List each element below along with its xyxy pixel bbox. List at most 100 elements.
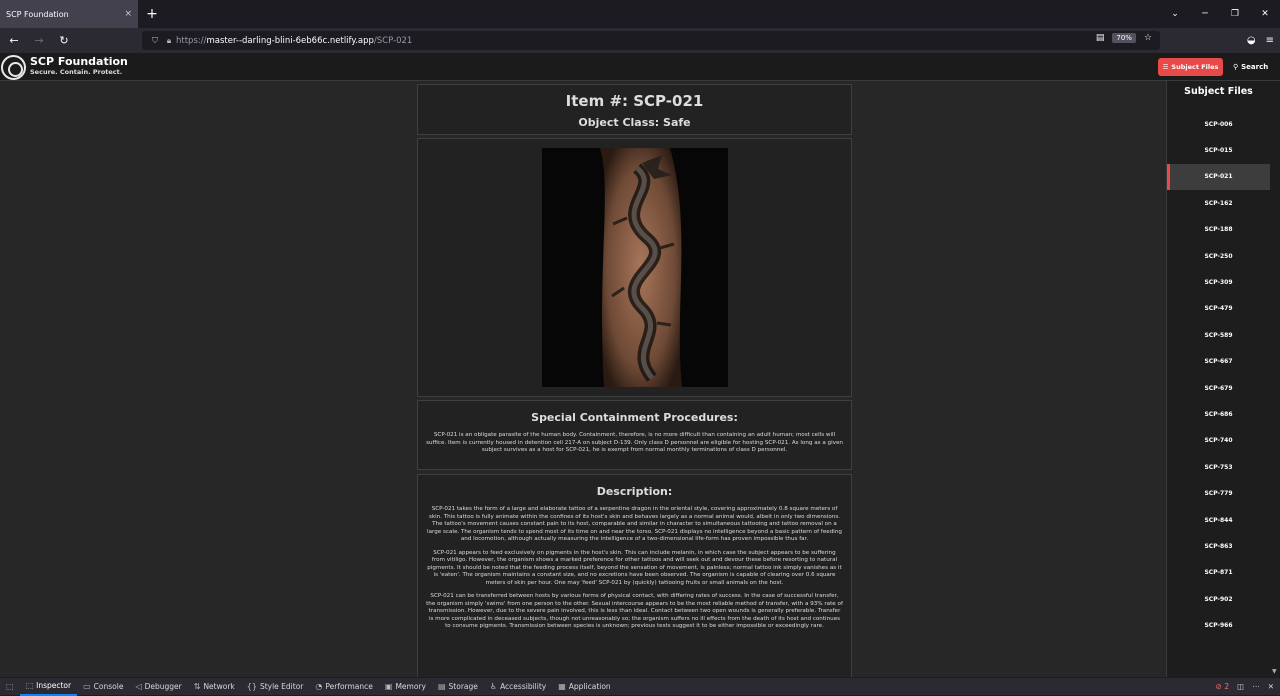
reload-icon[interactable]: ↻ [53, 34, 75, 47]
devtools-tab-label: Application [568, 682, 611, 691]
devtools-tab-style-editor[interactable]: {} Style Editor [241, 678, 310, 696]
item-header-card: Item #: SCP-021 Object Class: Safe [417, 84, 852, 135]
devtools-toolbar: ⬚ ⬚ Inspector ▭ Console ◁ Debugger ⇅ Network{} S… [0, 677, 1280, 696]
subject-files-label: Subject Files [1171, 63, 1219, 71]
sidebar-item-scp-686[interactable]: SCP-686 [1167, 401, 1270, 427]
window-controls: ⌄ ─ ❐ ✕ [1160, 0, 1280, 28]
description-paragraph-3: SCP-021 can be transferred between hosts… [426, 593, 843, 629]
sidebar-item-scp-966[interactable]: SCP-966 [1167, 612, 1270, 638]
back-icon[interactable]: ← [3, 34, 25, 47]
devtools-tab-label: Inspector [36, 681, 72, 690]
dock-icon[interactable]: ◫ [1237, 682, 1244, 691]
sidebar-item-scp-902[interactable]: SCP-902 [1167, 586, 1270, 612]
sidebar-item-scp-679[interactable]: SCP-679 [1167, 375, 1270, 401]
sidebar-item-scp-250[interactable]: SCP-250 [1167, 243, 1270, 269]
sidebar-item-scp-479[interactable]: SCP-479 [1167, 296, 1270, 322]
url-prefix: https:// [176, 35, 207, 46]
description-paragraph-1: SCP-021 takes the form of a large and el… [427, 506, 842, 542]
error-count[interactable]: ⊘ 2 [1216, 682, 1229, 691]
description-heading: Description: [596, 485, 673, 498]
sidebar-list: SCP-006 SCP-015 SCP-021 SCP-162 SCP-188 SCP-2… [1167, 111, 1270, 639]
devtools-tab-memory[interactable]: ▣ Memory [379, 678, 432, 696]
sidebar-item-scp-021[interactable]: SCP-021 [1167, 163, 1270, 191]
item-title: Item #: SCP-021 [565, 92, 704, 110]
devtools-tab-accessibility[interactable]: ♿︎ Accessibility [484, 678, 552, 696]
devtools-tab-inspector[interactable]: ⬚ Inspector [19, 678, 78, 696]
sidebar-item-scp-863[interactable]: SCP-863 [1167, 533, 1270, 559]
devtools-tab-performance[interactable]: ◔ Performance [309, 678, 379, 696]
reader-view-icon[interactable]: ▤ [1096, 33, 1105, 43]
lock-icon[interactable]: 🔒︎ [162, 36, 176, 46]
devtools-tab-label: Style Editor [259, 682, 304, 691]
description-text: SCP-021 takes the form of a large and el… [426, 506, 843, 631]
sidebar-item-scp-667[interactable]: SCP-667 [1167, 349, 1270, 375]
search-icon: ⚲ [1233, 63, 1239, 71]
page-scrollbar[interactable] [1270, 81, 1280, 677]
tab-close-icon[interactable]: × [124, 9, 132, 19]
devtools-right: ⊘ 2 ◫ ⋯ ✕ [1216, 682, 1274, 691]
devtools-tab-debugger[interactable]: ◁ Debugger [129, 678, 187, 696]
item-image-card [417, 138, 852, 397]
search-label: Search [1241, 63, 1269, 71]
tracking-shield-icon[interactable]: ⛉ [148, 36, 162, 46]
new-tab-button[interactable]: + [138, 6, 166, 22]
url-bar-actions: ▤ 70% ☆ [1096, 33, 1152, 43]
restore-icon[interactable]: ❐ [1220, 0, 1250, 28]
logo-subtitle: Secure. Contain. Protect. [30, 68, 123, 76]
containment-paragraph: SCP-021 is an obligate parasite of the h… [426, 432, 843, 453]
sidebar-item-scp-015[interactable]: SCP-015 [1167, 137, 1270, 163]
devtools-tab-storage[interactable]: ▤ Storage [432, 678, 484, 696]
zoom-level[interactable]: 70% [1112, 33, 1136, 43]
containment-heading: Special Containment Procedures: [531, 411, 738, 424]
bookmark-star-icon[interactable]: ☆ [1144, 33, 1152, 43]
more-options-icon[interactable]: ⋯ [1252, 682, 1260, 691]
pocket-icon[interactable]: ◒ [1247, 35, 1256, 46]
browser-nav-bar: ← → ↻ ⛉ 🔒︎ https://master--darling-blini… [0, 28, 1280, 53]
debugger-icon: ◁ [135, 682, 142, 691]
site-logo[interactable]: SCP Foundation Secure. Contain. Protect. [30, 56, 128, 77]
sidebar-item-scp-188[interactable]: SCP-188 [1167, 217, 1270, 243]
memory-icon: ▣ [384, 682, 393, 691]
sidebar-item-scp-309[interactable]: SCP-309 [1167, 269, 1270, 295]
console-icon: ▭ [83, 682, 91, 691]
sidebar-item-scp-006[interactable]: SCP-006 [1167, 111, 1270, 137]
devtools-tab-label: Memory [395, 682, 426, 691]
devtools-tab-label: Network [203, 682, 235, 691]
sidebar-heading: Subject Files [1184, 86, 1253, 97]
browser-tab[interactable]: SCP Foundation × [0, 0, 138, 28]
containment-card: Special Containment Procedures: SCP-021 … [417, 400, 852, 470]
site-header: SCP Foundation Secure. Contain. Protect.… [0, 53, 1280, 81]
sidebar-item-scp-779[interactable]: SCP-779 [1167, 480, 1270, 506]
sidebar-item-scp-871[interactable]: SCP-871 [1167, 560, 1270, 586]
scp-logo-icon[interactable] [1, 55, 26, 80]
devtools-tab-network[interactable]: ⇅ Network [188, 678, 241, 696]
url-bar[interactable]: ⛉ 🔒︎ https://master--darling-blini-6eb66… [142, 31, 1160, 50]
sidebar-item-scp-740[interactable]: SCP-740 [1167, 428, 1270, 454]
close-window-icon[interactable]: ✕ [1250, 0, 1280, 28]
devtools-tab-label: Accessibility [500, 682, 547, 691]
storage-icon: ▤ [437, 682, 446, 691]
sidebar-item-scp-162[interactable]: SCP-162 [1167, 190, 1270, 216]
containment-text: SCP-021 is an obligate parasite of the h… [426, 432, 843, 455]
hamburger-icon: ☰ [1162, 63, 1169, 71]
element-picker-icon[interactable]: ⬚ [0, 678, 20, 696]
scroll-down-icon[interactable]: ▼ [1272, 668, 1277, 675]
sidebar-item-scp-844[interactable]: SCP-844 [1167, 507, 1270, 533]
performance-icon: ◔ [315, 682, 323, 691]
list-all-tabs-icon[interactable]: ⌄ [1160, 0, 1190, 28]
subject-files-button[interactable]: ☰ Subject Files [1158, 58, 1223, 76]
close-devtools-icon[interactable]: ✕ [1268, 682, 1274, 691]
devtools-tab-console[interactable]: ▭ Console [77, 678, 129, 696]
search-button[interactable]: ⚲ Search [1233, 58, 1268, 76]
browser-tab-bar: SCP Foundation × + ⌄ ─ ❐ ✕ [0, 0, 1280, 28]
sidebar-item-scp-753[interactable]: SCP-753 [1167, 454, 1270, 480]
sidebar-item-scp-589[interactable]: SCP-589 [1167, 322, 1270, 348]
devtools-tab-application[interactable]: ▦ Application [552, 678, 616, 696]
main-content[interactable]: Item #: SCP-021 Object Class: Safe Speci… [0, 81, 1166, 677]
menu-icon[interactable]: ≡ [1266, 35, 1274, 46]
application-icon: ▦ [558, 682, 566, 691]
forward-icon[interactable]: → [28, 34, 50, 47]
logo-title: SCP Foundation [30, 55, 128, 68]
error-count-value: 2 [1224, 682, 1230, 691]
minimize-icon[interactable]: ─ [1190, 0, 1220, 28]
